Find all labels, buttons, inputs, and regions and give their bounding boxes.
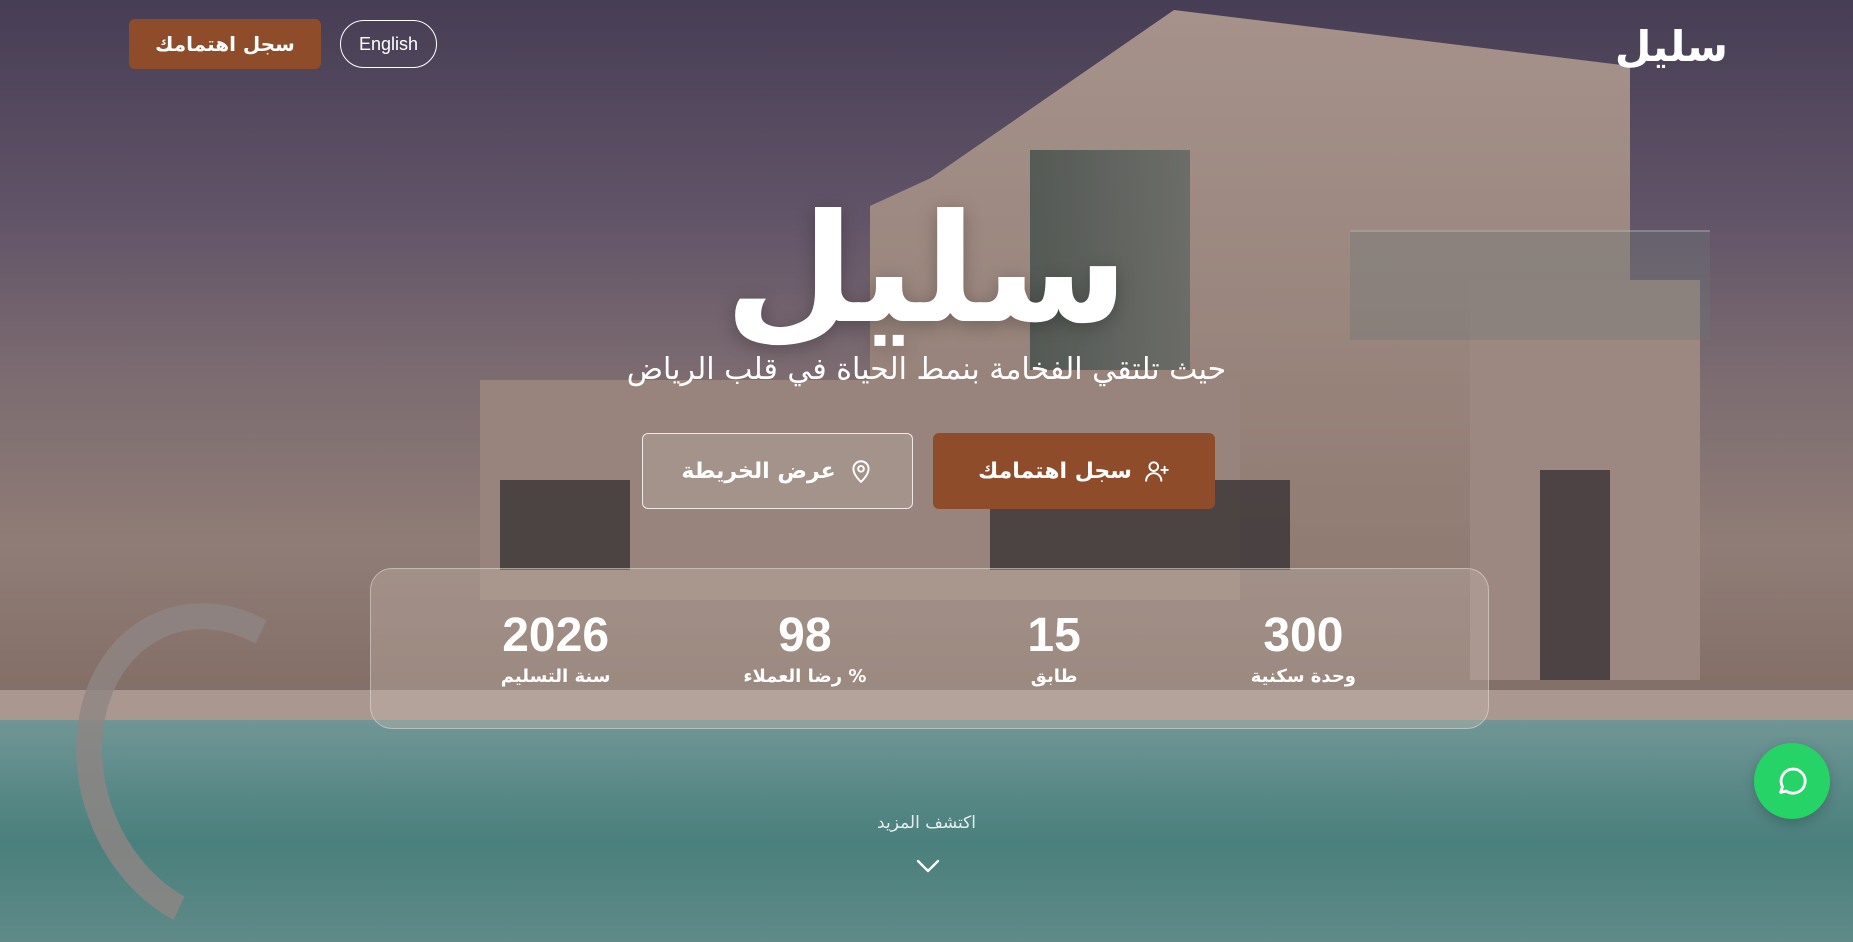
chevron-down-icon[interactable] <box>915 855 941 877</box>
stat-item: 15 طابق <box>954 608 1154 688</box>
site-header: سليل English سجل اهتمامك <box>0 0 1853 90</box>
stat-item: 2026 سنة التسليم <box>456 608 656 688</box>
logo[interactable]: سليل <box>1615 22 1728 71</box>
explore-more-link[interactable]: اكتشف المزيد <box>0 813 1853 833</box>
view-map-button[interactable]: عرض الخريطة <box>642 433 913 509</box>
stat-value: 15 <box>1027 608 1081 662</box>
stat-value: 98 <box>778 608 832 662</box>
language-toggle-button[interactable]: English <box>340 20 437 68</box>
stat-item: 300 وحدة سكنية <box>1203 608 1403 688</box>
stat-value: 300 <box>1263 608 1344 662</box>
user-plus-icon <box>1145 461 1169 482</box>
stat-label: سنة التسليم <box>500 666 611 688</box>
stat-item: 98 % رضا العملاء <box>705 608 905 688</box>
register-interest-button[interactable]: سجل اهتمامك <box>933 433 1215 509</box>
stats-panel: 300 وحدة سكنية 15 طابق 98 % رضا العملاء … <box>370 568 1489 729</box>
whatsapp-floating-button[interactable] <box>1754 743 1830 819</box>
whatsapp-icon <box>1779 767 1807 795</box>
view-map-label: عرض الخريطة <box>681 458 836 484</box>
stat-label: % رضا العملاء <box>743 666 867 688</box>
hero-subtitle: حيث تلتقي الفخامة بنمط الحياة في قلب الر… <box>626 352 1227 387</box>
header-register-interest-button[interactable]: سجل اهتمامك <box>129 19 321 69</box>
register-interest-label: سجل اهتمامك <box>978 458 1132 484</box>
stat-value: 2026 <box>502 608 610 662</box>
stat-label: طابق <box>1030 666 1078 688</box>
map-pin-icon <box>852 460 870 483</box>
hero-title: سليل <box>724 183 1129 357</box>
hero-actions: سجل اهتمامك عرض الخريطة <box>642 433 1215 509</box>
stat-label: وحدة سكنية <box>1250 666 1356 688</box>
